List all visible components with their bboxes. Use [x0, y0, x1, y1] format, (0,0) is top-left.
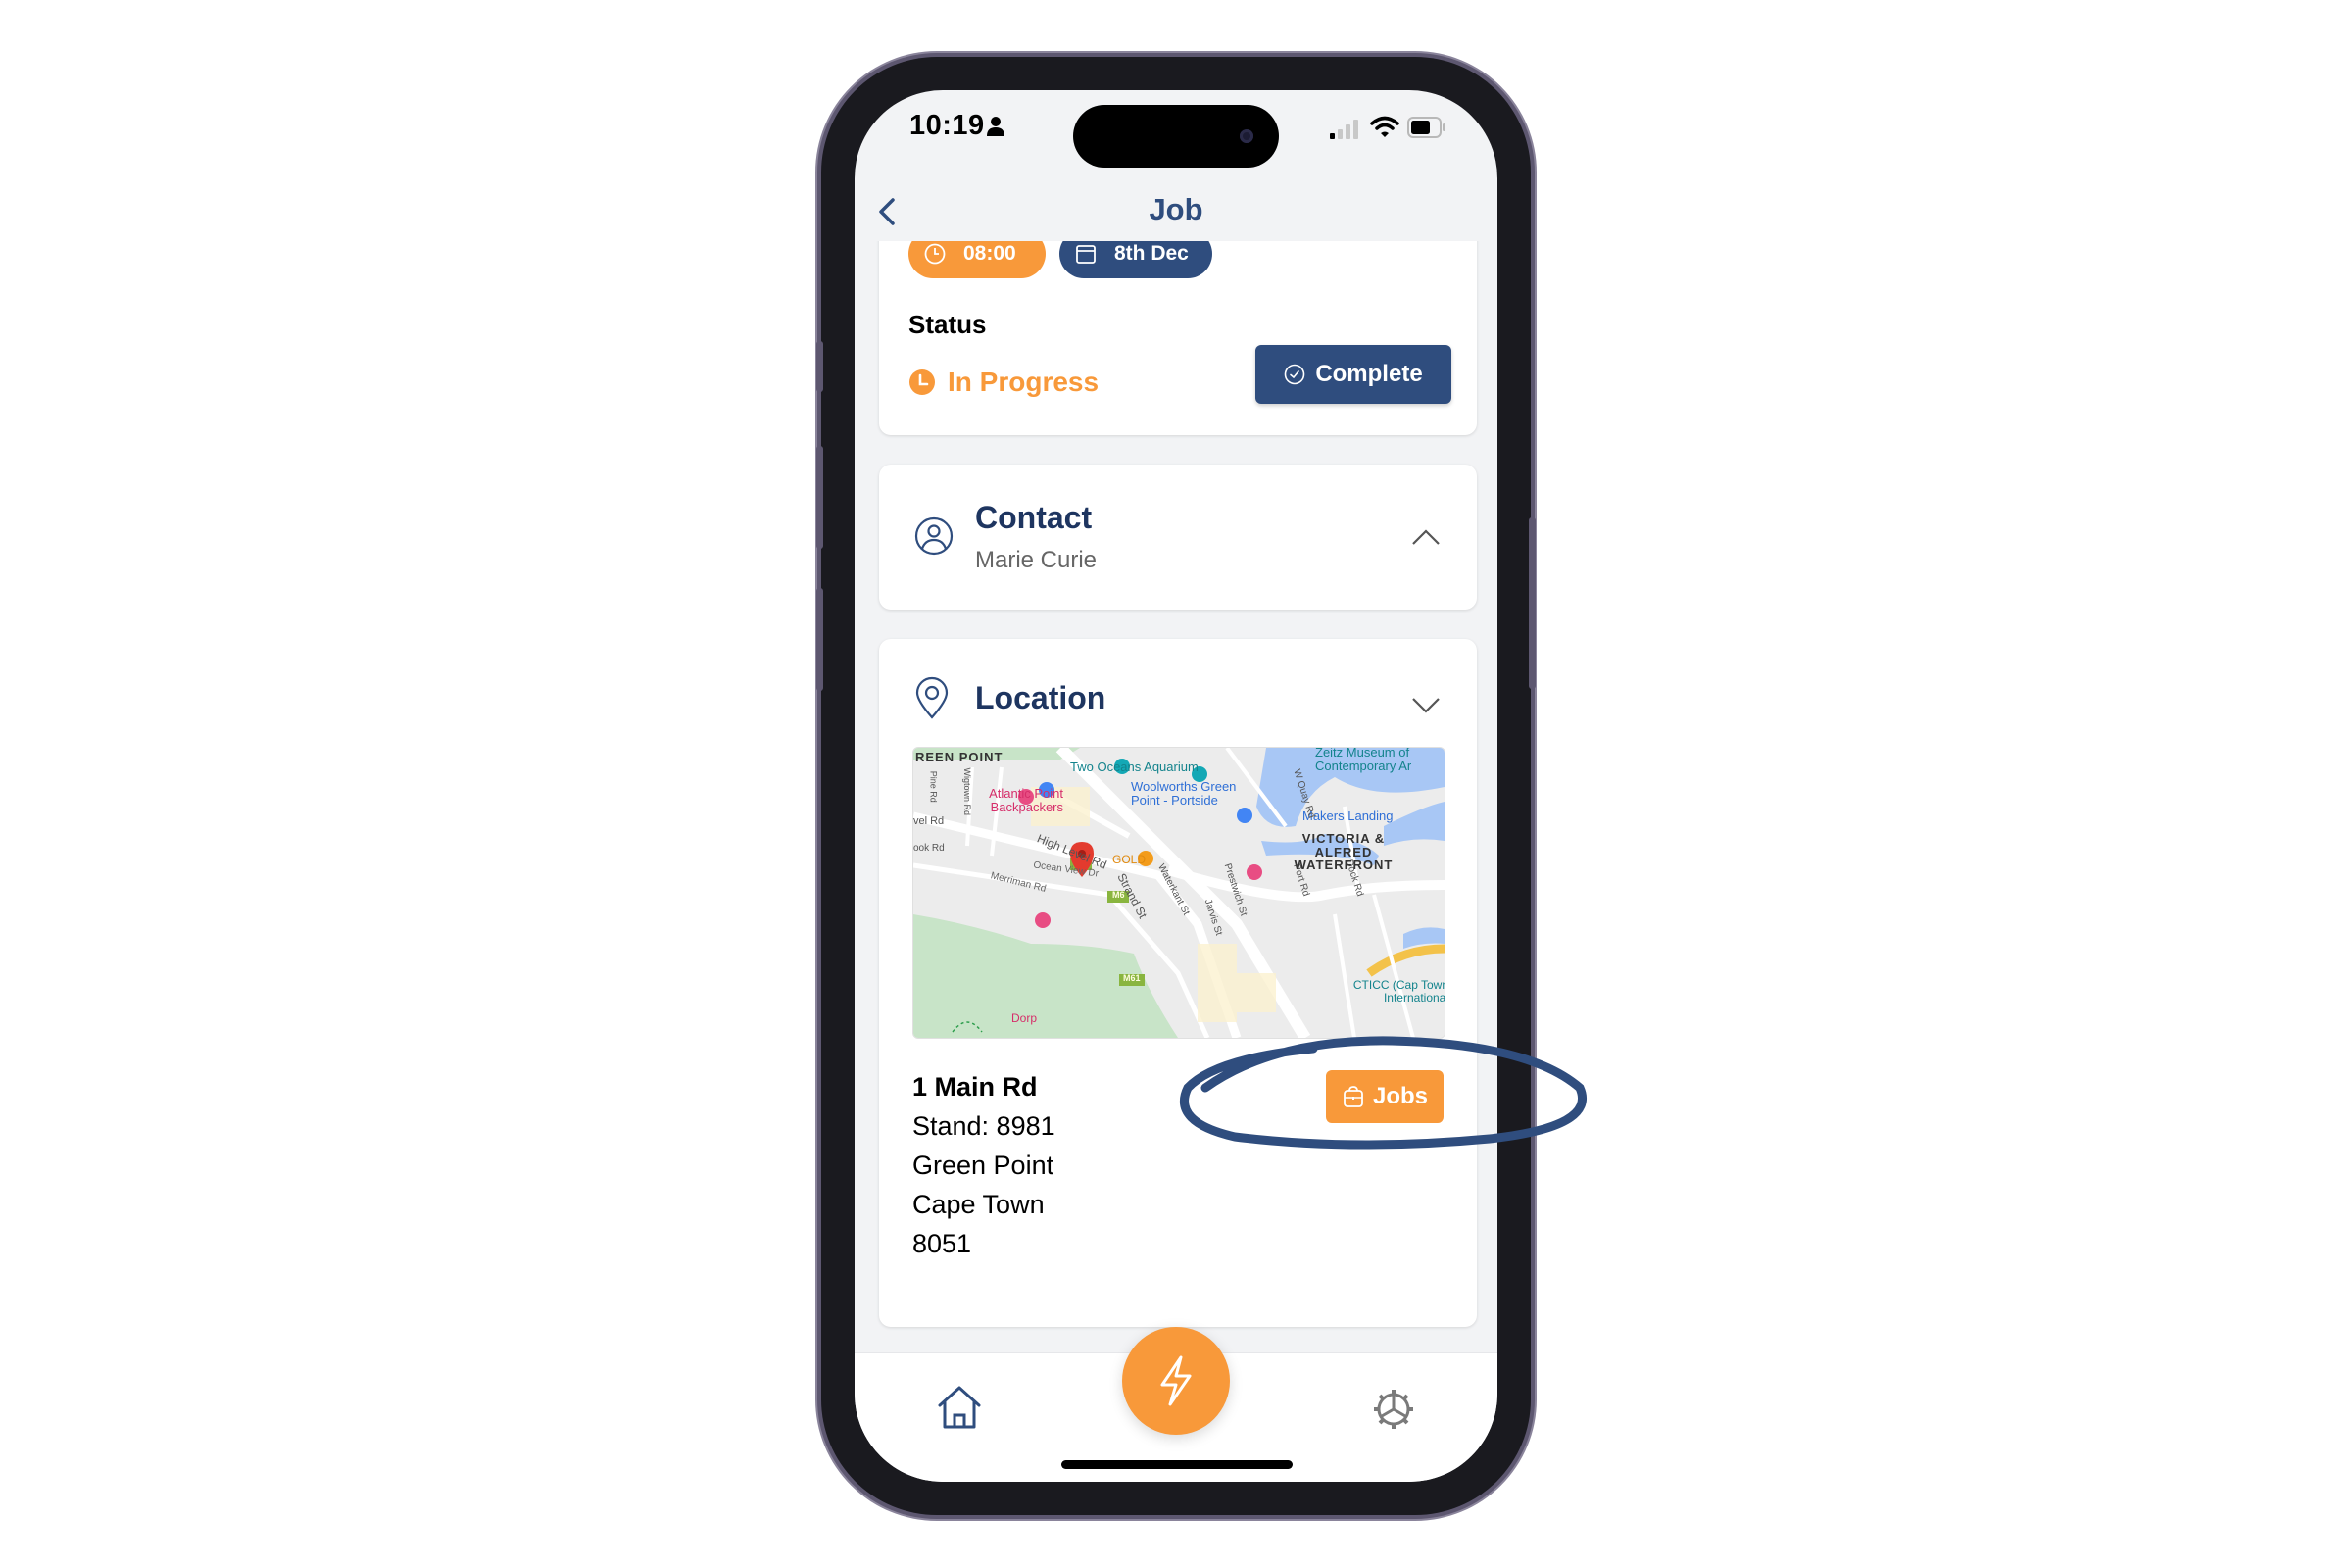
- address-city: Cape Town: [912, 1190, 1045, 1219]
- navigation-header: Job: [855, 178, 1497, 241]
- location-title: Location: [975, 680, 1106, 715]
- map-label: Zeitz Museum of Contemporary Ar: [1315, 747, 1412, 773]
- status-badge: In Progress: [908, 367, 1099, 398]
- cellular-signal-icon: [1330, 120, 1358, 139]
- page-title: Job: [1149, 192, 1203, 226]
- gear-icon[interactable]: [1370, 1386, 1417, 1433]
- contact-name: Marie Curie: [975, 547, 1098, 573]
- clock-icon: [924, 243, 946, 265]
- map-label: M6: [1112, 890, 1125, 900]
- chevron-down-icon[interactable]: [1410, 696, 1442, 715]
- map-label: Dorp: [1011, 1011, 1038, 1025]
- wifi-icon: [1370, 116, 1399, 137]
- briefcase-icon: [1344, 1086, 1363, 1107]
- volume-down-button: [816, 588, 823, 691]
- map-label: Wigtown Rd: [961, 767, 972, 815]
- scroll-content[interactable]: 08:00 8th Dec Status In Progress Complet…: [855, 241, 1497, 1352]
- time-pill: 08:00: [908, 241, 1046, 278]
- job-summary-card: 08:00 8th Dec Status In Progress Complet…: [879, 241, 1477, 435]
- address-suburb: Green Point: [912, 1151, 1054, 1180]
- complete-button[interactable]: Complete: [1255, 345, 1451, 404]
- date-pill: 8th Dec: [1059, 241, 1212, 278]
- address-postal-code: 8051: [912, 1229, 972, 1258]
- map-label: Two Oceans Aquarium: [1070, 760, 1199, 774]
- map-label: Atlantic Point Backpackers: [989, 786, 1063, 814]
- map-label: Pine Rd: [928, 770, 939, 803]
- map-pin-icon: [915, 676, 949, 719]
- power-button: [1529, 517, 1536, 689]
- status-time: 10:19: [909, 110, 985, 141]
- dynamic-island: [1073, 105, 1279, 168]
- location-section: Location REEN POINT Two Oceans Aquarium …: [879, 639, 1477, 1327]
- camera-icon: [1240, 129, 1253, 143]
- map-label: ook Rd: [913, 843, 945, 854]
- map-label: GOLD: [1112, 853, 1147, 866]
- home-icon[interactable]: [935, 1384, 984, 1433]
- person-icon: [987, 117, 1004, 136]
- clock-filled-icon: [909, 369, 935, 395]
- map-label: CTICC (Cap Town International: [1352, 978, 1446, 1004]
- address-street: 1 Main Rd: [912, 1072, 1038, 1102]
- location-map[interactable]: M REEN POINT Two Oceans Aquarium Zeitz M…: [912, 747, 1446, 1039]
- status-bar: 10:19: [855, 90, 1497, 178]
- phone-screen: 10:19 Job 08:00 8th Dec Status In Progre…: [855, 90, 1497, 1482]
- address-stand: Stand: 8981: [912, 1111, 1055, 1141]
- battery-icon: [1407, 117, 1446, 138]
- quick-action-button[interactable]: [1122, 1327, 1230, 1435]
- home-indicator: [1061, 1460, 1293, 1469]
- volume-up-button: [816, 446, 823, 549]
- map-label: Woolworths Green Point - Portside: [1131, 779, 1237, 808]
- status-text: In Progress: [948, 367, 1100, 397]
- complete-button-label: Complete: [1315, 361, 1423, 387]
- status-label: Status: [908, 310, 987, 339]
- jobs-button[interactable]: Jobs: [1326, 1070, 1444, 1123]
- date-value: 8th Dec: [1114, 242, 1189, 265]
- map-label: vel Rd: [913, 815, 945, 827]
- contact-section[interactable]: Contact Marie Curie: [879, 465, 1477, 610]
- jobs-button-label: Jobs: [1372, 1083, 1428, 1109]
- map-label: M61: [1123, 973, 1141, 983]
- map-label: VICTORIA & ALFRED WATERFRONT: [1294, 831, 1394, 873]
- check-circle-icon: [1285, 364, 1305, 385]
- map-label: REEN POINT: [915, 750, 1004, 764]
- user-circle-icon: [914, 516, 954, 556]
- chevron-up-icon[interactable]: [1410, 527, 1442, 547]
- contact-title: Contact: [975, 500, 1093, 535]
- lightning-icon: [1160, 1355, 1192, 1406]
- action-button: [816, 341, 823, 392]
- calendar-icon: [1076, 245, 1096, 264]
- time-value: 08:00: [963, 242, 1016, 265]
